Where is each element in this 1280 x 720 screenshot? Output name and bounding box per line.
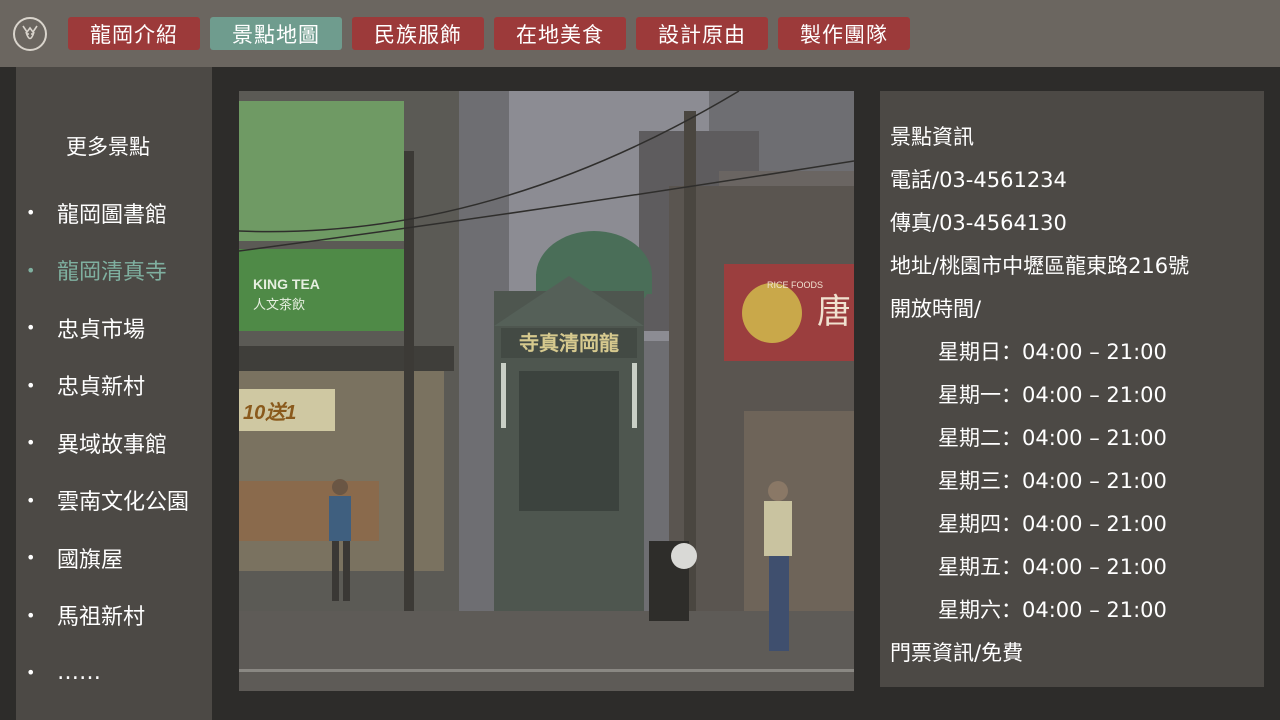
nav-intro[interactable]: 龍岡介紹 xyxy=(68,17,200,50)
sidebar-list: • 龍岡圖書館 • 龍岡清真寺 • 忠貞市場 • 忠貞新村 • 異域故事館 • 雲南文化公園… xyxy=(26,184,189,702)
hours-tuesday: 星期二：04:00 – 21:00 xyxy=(938,426,1167,450)
bullet-icon: • xyxy=(26,375,36,395)
top-navigation-bar: 龍岡介紹 景點地圖 民族服飾 在地美食 設計原由 製作團隊 xyxy=(0,0,1280,67)
sidebar-item-label: 龍岡圖書館 xyxy=(57,202,168,228)
bullet-icon: • xyxy=(26,433,36,453)
nav-local-food[interactable]: 在地美食 xyxy=(494,17,626,50)
sidebar-item-label: 忠貞新村 xyxy=(57,375,146,401)
info-ticket: 門票資訊/免費 xyxy=(890,641,1024,665)
sidebar-title: 更多景點 xyxy=(66,135,150,159)
sidebar-item-library[interactable]: • 龍岡圖書館 xyxy=(26,184,189,242)
nav-design-reason[interactable]: 設計原由 xyxy=(636,17,768,50)
sidebar-item-market[interactable]: • 忠貞市場 xyxy=(26,299,189,357)
rice-foods-sign: RICE FOODS xyxy=(767,280,823,290)
sidebar-item-label: 忠貞市場 xyxy=(57,317,146,343)
hours-saturday: 星期六：04:00 – 21:00 xyxy=(938,598,1167,622)
info-hours-label: 開放時間/ xyxy=(890,297,982,321)
sidebar-item-story-museum[interactable]: • 異域故事館 xyxy=(26,414,189,472)
nav-costume[interactable]: 民族服飾 xyxy=(352,17,484,50)
sidebar-item-label: …… xyxy=(57,660,101,686)
info-phone: 電話/03-4561234 xyxy=(890,168,1067,192)
sidebar-item-label: 國旗屋 xyxy=(57,547,124,573)
bullet-icon: • xyxy=(26,490,36,510)
promo-sign: 10送1 xyxy=(243,401,296,424)
bullet-icon: • xyxy=(26,318,36,338)
shop-right-char: 唐 xyxy=(817,292,851,332)
king-tea-sign: KING TEA xyxy=(253,276,320,292)
main-nav: 龍岡介紹 景點地圖 民族服飾 在地美食 設計原由 製作團隊 xyxy=(68,17,910,50)
info-fax: 傳真/03-4564130 xyxy=(890,211,1067,235)
mosque-street-illustration: KING TEA 人文茶飲 10送1 寺真清岡龍 RICE FOODS 唐 xyxy=(239,91,854,691)
nav-attraction-map[interactable]: 景點地圖 xyxy=(210,17,342,50)
bullet-icon: • xyxy=(26,548,36,568)
bullet-icon: • xyxy=(26,260,36,280)
sidebar-item-village[interactable]: • 忠貞新村 xyxy=(26,357,189,415)
sidebar-item-yunnan-park[interactable]: • 雲南文化公園 xyxy=(26,472,189,530)
bullet-icon: • xyxy=(26,203,36,223)
sidebar-item-matsu-village[interactable]: • 馬祖新村 xyxy=(26,587,189,645)
attraction-info-panel: 景點資訊 電話/03-4561234 傳真/03-4564130 地址/桃園市中… xyxy=(880,91,1264,687)
info-heading: 景點資訊 xyxy=(890,125,974,149)
hours-thursday: 星期四：04:00 – 21:00 xyxy=(938,512,1167,536)
hours-wednesday: 星期三：04:00 – 21:00 xyxy=(938,469,1167,493)
sidebar-item-label: 異域故事館 xyxy=(57,432,168,458)
logo-icon[interactable] xyxy=(13,17,47,51)
hours-monday: 星期一：04:00 – 21:00 xyxy=(938,383,1167,407)
sidebar-item-more[interactable]: • …… xyxy=(26,644,189,702)
king-tea-subsign: 人文茶飲 xyxy=(253,297,305,313)
bullet-icon: • xyxy=(26,605,36,625)
hours-sunday: 星期日：04:00 – 21:00 xyxy=(938,340,1167,364)
nav-team[interactable]: 製作團隊 xyxy=(778,17,910,50)
sidebar-item-label: 馬祖新村 xyxy=(57,605,146,631)
sidebar: 更多景點 • 龍岡圖書館 • 龍岡清真寺 • 忠貞市場 • 忠貞新村 • 異域故事館 • 雲… xyxy=(16,67,212,720)
info-address: 地址/桃園市中壢區龍東路216號 xyxy=(890,254,1190,278)
sidebar-item-mosque[interactable]: • 龍岡清真寺 xyxy=(26,242,189,300)
sidebar-item-flag-house[interactable]: • 國旗屋 xyxy=(26,529,189,587)
hours-friday: 星期五：04:00 – 21:00 xyxy=(938,555,1167,579)
sidebar-item-label: 龍岡清真寺 xyxy=(57,260,168,286)
bullet-icon: • xyxy=(26,663,36,683)
attraction-photo: KING TEA 人文茶飲 10送1 寺真清岡龍 RICE FOODS 唐 xyxy=(239,91,854,691)
mosque-gate-sign: 寺真清岡龍 xyxy=(519,331,619,355)
sidebar-item-label: 雲南文化公園 xyxy=(57,490,190,516)
